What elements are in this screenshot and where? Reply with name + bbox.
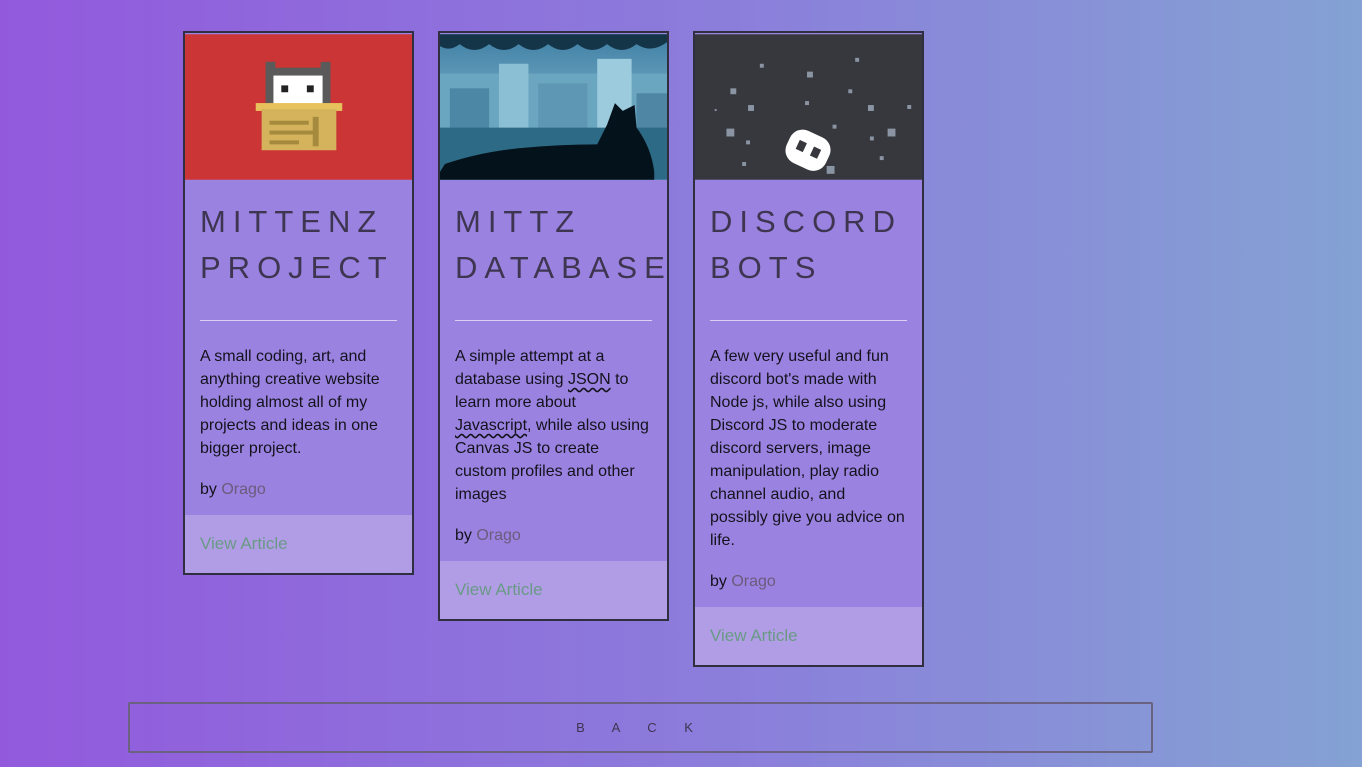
card-byline: by Orago [710, 573, 907, 607]
card-title: MITTZ DATABASE [455, 204, 672, 285]
card-description: A small coding, art, and anything creati… [200, 348, 380, 457]
cat-rooftops-image[interactable] [440, 33, 667, 181]
divider [455, 320, 652, 321]
project-card-discord-bots: DISCORD BOTS A few very useful and fun d… [693, 31, 924, 667]
card-title: MITTENZ PROJECT [200, 204, 394, 285]
project-card-mittenz: MITTENZ PROJECT A small coding, art, and… [183, 31, 414, 575]
by-label: by [455, 527, 472, 544]
desc-term-json: JSON [567, 371, 611, 388]
by-label: by [200, 481, 217, 498]
view-article-link[interactable]: View Article [695, 607, 922, 665]
author-link[interactable]: Orago [731, 573, 775, 590]
desc-term-javascript: Javascript [455, 417, 528, 434]
author-link[interactable]: Orago [221, 481, 265, 498]
cat-in-box-icon[interactable] [185, 33, 412, 181]
card-description: A simple attempt at a database using JSO… [455, 345, 652, 506]
view-article-link[interactable]: View Article [440, 561, 667, 619]
card-title: DISCORD BOTS [710, 204, 902, 285]
project-card-mittz-database: MITTZ DATABASE A simple attempt at a dat… [438, 31, 669, 621]
card-description: A few very useful and fun discord bot's … [710, 348, 905, 549]
discord-space-icon[interactable] [695, 33, 922, 181]
back-button[interactable]: B A C K [128, 702, 1153, 753]
view-article-link[interactable]: View Article [185, 515, 412, 573]
divider [710, 320, 907, 321]
divider [200, 320, 397, 321]
by-label: by [710, 573, 727, 590]
card-byline: by Orago [200, 481, 397, 515]
card-byline: by Orago [455, 527, 652, 561]
author-link[interactable]: Orago [476, 527, 520, 544]
